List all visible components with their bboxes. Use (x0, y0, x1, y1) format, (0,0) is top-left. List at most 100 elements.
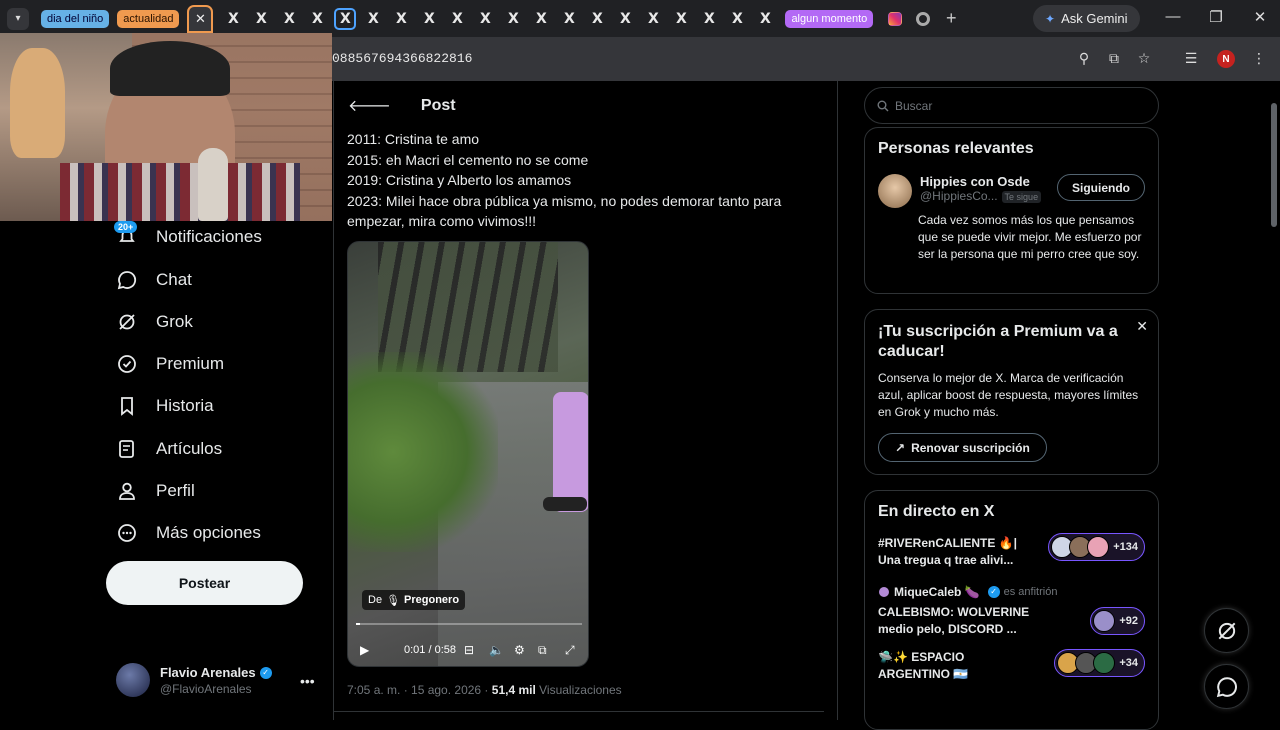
close-icon[interactable]: ✕ (1136, 318, 1148, 335)
active-tab-close-icon[interactable]: ✕ (187, 4, 214, 33)
post-meta: 7:05 a. m. · 15 ago. 2026 · 51,4 mil Vis… (347, 683, 622, 697)
nav-mas-opciones[interactable]: Más opciones (116, 518, 261, 548)
live-participants-pill[interactable]: +134 (1048, 533, 1145, 561)
verified-badge-icon: ✓ (987, 586, 1000, 598)
account-switcher[interactable]: Flavio Arenales ✓ @FlavioArenales (116, 663, 272, 697)
reading-list-icon[interactable]: ☰ (1182, 50, 1200, 67)
menu-dots-icon[interactable]: ⋮ (1250, 50, 1268, 67)
scrollbar-thumb[interactable] (1271, 103, 1277, 227)
search-input[interactable]: Buscar (864, 87, 1159, 124)
video-progress-bar[interactable] (356, 623, 582, 625)
x-tab-highlighted[interactable]: X (334, 7, 357, 30)
tab-group-actualidad[interactable]: actualidad (117, 9, 180, 28)
live-item[interactable]: #RIVERenCALIENTE 🔥| Una tregua q trae al… (878, 533, 1145, 571)
x-tab[interactable]: X (639, 7, 667, 31)
page-scrollbar[interactable] (1268, 81, 1280, 720)
profile-avatar[interactable]: N (1217, 50, 1235, 68)
new-tab-icon[interactable]: + (937, 8, 965, 29)
chrome-icon[interactable] (909, 7, 937, 31)
live-count: +92 (1119, 615, 1138, 627)
window-close-icon[interactable]: ✕ (1250, 8, 1270, 26)
account-more-icon[interactable]: ••• (300, 673, 315, 689)
nav-premium[interactable]: Premium (116, 349, 224, 379)
back-arrow-icon[interactable]: 🡐 (348, 95, 391, 116)
x-tab[interactable]: X (443, 7, 471, 31)
tab-group-algun-momento[interactable]: algun momento (785, 9, 874, 28)
following-button[interactable]: Siguiendo (1057, 174, 1145, 201)
webcam-statue (10, 48, 65, 158)
settings-icon[interactable]: ⚙ (514, 643, 525, 657)
post-line: 2023: Milei hace obra pública ya mismo, … (347, 192, 782, 230)
install-icon[interactable]: ⧉ (1105, 50, 1123, 67)
post-header: 🡐 Post (348, 95, 456, 116)
x-tab[interactable]: X (275, 7, 303, 31)
play-icon[interactable]: ▶ (360, 643, 369, 657)
x-tab[interactable]: X (303, 7, 331, 31)
nav-perfil[interactable]: Perfil (116, 476, 195, 506)
avatar[interactable] (878, 174, 912, 208)
maximize-icon[interactable]: ❐ (1206, 8, 1226, 26)
x-tab[interactable]: X (723, 7, 751, 31)
ask-gemini-button[interactable]: ✦ Ask Gemini (1033, 5, 1140, 32)
post-button[interactable]: Postear (106, 561, 303, 605)
tab-group-dia-del-nino[interactable]: dia del niño (41, 9, 110, 28)
chat-floating-button[interactable] (1204, 664, 1249, 709)
video-source-label[interactable]: De 🎙 Pregonero (362, 590, 466, 610)
nav-grok[interactable]: Grok (116, 307, 193, 337)
nav-historia[interactable]: Historia (116, 391, 214, 421)
nav-articulos[interactable]: Artículos (116, 434, 222, 464)
ask-gemini-label: Ask Gemini (1061, 11, 1128, 26)
views-label: Visualizaciones (535, 683, 622, 697)
webcam-microphone (198, 148, 228, 221)
x-tab[interactable]: X (555, 7, 583, 31)
x-tab[interactable]: X (219, 7, 247, 31)
avatar (116, 663, 150, 697)
x-tab[interactable]: X (499, 7, 527, 31)
x-tab[interactable]: X (247, 7, 275, 31)
instagram-icon[interactable] (881, 7, 909, 31)
x-tab[interactable]: X (751, 7, 779, 31)
video-source-name: Pregonero (404, 594, 460, 606)
relevant-name[interactable]: Hippies con Osde (920, 174, 1041, 189)
x-tab[interactable]: X (695, 7, 723, 31)
live-item[interactable]: MiqueCaleb 🍆 ✓ es anfitrión CALEBISMO: W… (878, 585, 1145, 636)
live-participants-pill[interactable]: +34 (1054, 649, 1145, 677)
x-tab[interactable]: X (667, 7, 695, 31)
nav-label: Chat (156, 270, 192, 289)
volume-icon[interactable]: 🔈 (489, 643, 504, 657)
live-count: +134 (1113, 541, 1138, 553)
url-field[interactable]: 088567694366822816 (332, 51, 472, 66)
x-tab[interactable]: X (387, 7, 415, 31)
nav-label: Notificaciones (156, 227, 262, 246)
video-player[interactable]: De 🎙 Pregonero ▶ 0:01 / 0:58 ⊟ 🔈 ⚙ ⧉ ⤢ (347, 241, 589, 667)
captions-icon[interactable]: ⊟ (464, 643, 474, 657)
fullscreen-icon[interactable]: ⤢ (565, 643, 575, 658)
live-participants-pill[interactable]: +92 (1090, 607, 1145, 635)
live-item[interactable]: 🛸✨ ESPACIO ARGENTINO 🇦🇷 +34 (878, 649, 1145, 685)
x-tab[interactable]: X (471, 7, 499, 31)
x-tab[interactable]: X (359, 7, 387, 31)
x-tab[interactable]: X (583, 7, 611, 31)
grok-floating-button[interactable] (1204, 608, 1249, 653)
notifications-badge: 20+ (114, 221, 138, 233)
minimize-icon[interactable]: — (1163, 8, 1183, 25)
avatar (1093, 652, 1116, 674)
divider (334, 711, 824, 712)
grok-icon (116, 311, 138, 333)
bookmark-star-icon[interactable]: ☆ (1135, 50, 1153, 67)
pip-icon[interactable]: ⧉ (538, 643, 547, 658)
renew-subscription-button[interactable]: ↗ Renovar suscripción (878, 433, 1047, 462)
nav-notifications[interactable]: Notificaciones (116, 222, 262, 252)
follows-you-badge: Te sigue (1001, 191, 1042, 203)
zoom-icon[interactable]: ⚲ (1075, 50, 1093, 67)
video-source-prefix: De (368, 594, 383, 606)
chat-icon (1216, 676, 1237, 697)
webcam-shirt (60, 163, 300, 221)
x-tab[interactable]: X (527, 7, 555, 31)
relevant-person[interactable]: Hippies con Osde @HippiesCo... Te sigue S… (878, 174, 1145, 208)
live-host-suffix: es anfitrión (1003, 586, 1058, 598)
nav-chat[interactable]: Chat (116, 265, 192, 295)
tab-search-icon[interactable]: ▾ (7, 7, 29, 30)
x-tab[interactable]: X (415, 7, 443, 31)
x-tab[interactable]: X (611, 7, 639, 31)
